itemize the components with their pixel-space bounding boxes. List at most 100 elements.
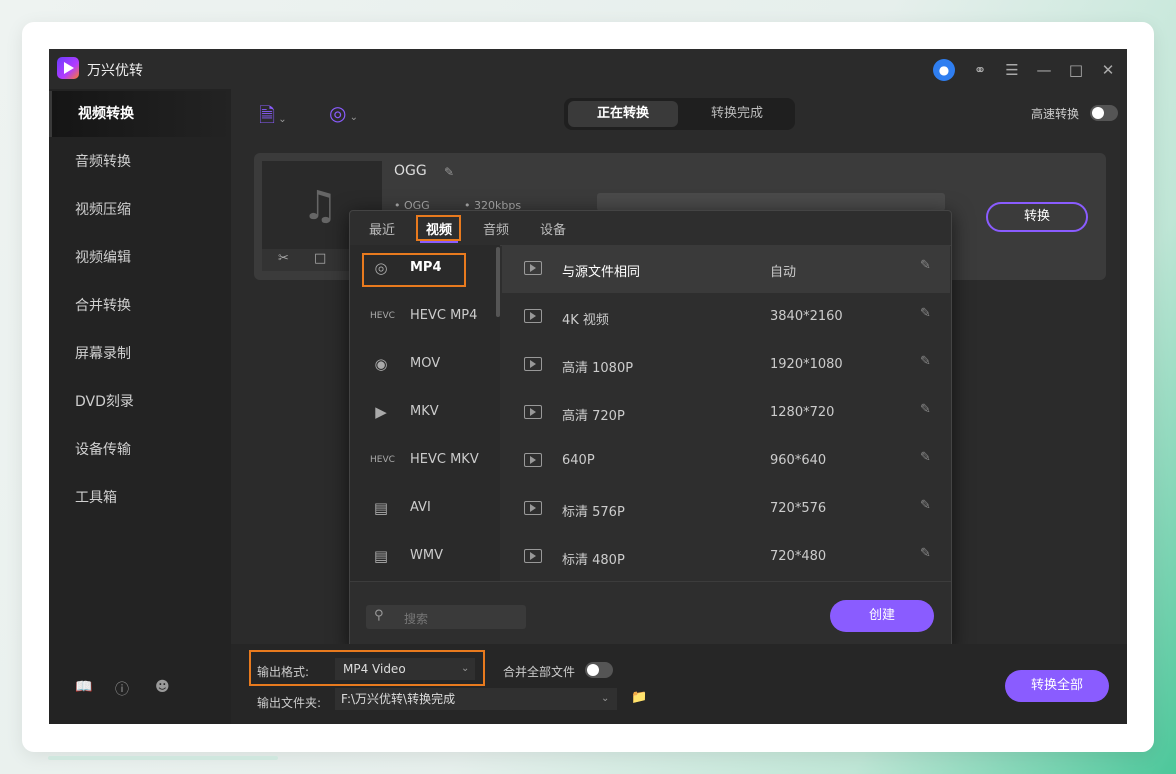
- resolution-size: 720*576: [770, 501, 827, 516]
- bottom-bar: 输出格式: MP4 Video ⌄ 合并全部文件 输出文件夹: F:\万兴优转\…: [231, 644, 1127, 724]
- format-label: MKV: [410, 404, 439, 419]
- video-icon: [524, 261, 542, 275]
- status-tabs: 正在转换 转换完成: [564, 98, 795, 130]
- video-icon: [524, 357, 542, 371]
- format-item-mov[interactable]: ◉ MOV: [350, 341, 496, 389]
- close-icon[interactable]: ✕: [1097, 59, 1119, 81]
- mkv-icon: ▶: [375, 403, 387, 421]
- video-icon: [524, 309, 542, 323]
- tab-completed[interactable]: 转换完成: [682, 101, 792, 127]
- account-icon[interactable]: ●: [933, 59, 955, 81]
- mov-icon: ◉: [374, 355, 388, 373]
- tab-device[interactable]: 设备: [540, 219, 566, 238]
- convert-all-button[interactable]: 转换全部: [1005, 670, 1109, 702]
- sidebar-item-video-convert[interactable]: 视频转换: [49, 91, 231, 137]
- mp4-highlight: [362, 253, 466, 287]
- video-icon: [524, 501, 542, 515]
- resolution-name: 640P: [562, 453, 595, 468]
- tab-converting[interactable]: 正在转换: [568, 101, 678, 127]
- resolution-name: 高清 720P: [562, 409, 625, 424]
- minimize-icon[interactable]: —: [1033, 59, 1055, 81]
- resolution-item[interactable]: 640P 960*640 ✎: [502, 437, 950, 485]
- wmv-icon: ▤: [373, 547, 389, 565]
- format-item-wmv[interactable]: ▤ WMV: [350, 533, 496, 581]
- sidebar-item-device-transfer[interactable]: 设备传输: [49, 427, 231, 473]
- output-format-highlight: [249, 650, 485, 686]
- resolution-item[interactable]: 标清 576P 720*576 ✎: [502, 485, 950, 533]
- tab-underline: [420, 241, 458, 243]
- output-folder-select[interactable]: F:\万兴优转\转换完成 ⌄: [335, 688, 617, 710]
- convert-button[interactable]: 转换: [986, 202, 1088, 232]
- edit-icon[interactable]: ✎: [920, 258, 931, 273]
- edit-icon[interactable]: ✎: [920, 354, 931, 369]
- sidebar-item-toolbox[interactable]: 工具箱: [49, 475, 231, 521]
- format-item-avi[interactable]: ▤ AVI: [350, 485, 496, 533]
- file-name: OGG: [394, 163, 427, 179]
- chevron-down-icon: ⌄: [601, 693, 610, 704]
- tab-audio[interactable]: 音频: [483, 219, 509, 238]
- sidebar-item-dvd-burn[interactable]: DVD刻录: [49, 379, 231, 425]
- resolution-name: 标清 480P: [562, 553, 625, 568]
- resolution-size: 1920*1080: [770, 357, 843, 372]
- menu-icon[interactable]: ☰: [1001, 59, 1023, 81]
- edit-icon[interactable]: ✎: [920, 402, 931, 417]
- create-button[interactable]: 创建: [830, 600, 934, 632]
- cut-icon[interactable]: ✂: [278, 251, 289, 266]
- sidebar-item-audio-convert[interactable]: 音频转换: [49, 139, 231, 185]
- user-icon[interactable]: ☻: [155, 679, 170, 695]
- add-file-icon[interactable]: 🗎 ⌄: [259, 101, 287, 135]
- resolution-list: 与源文件相同 自动 ✎ 4K 视频 3840*2160 ✎ 高清 1080P 1…: [502, 245, 950, 581]
- avi-icon: ▤: [373, 499, 389, 517]
- fast-convert-toggle[interactable]: [1090, 105, 1118, 121]
- tab-recent[interactable]: 最近: [369, 219, 395, 238]
- edit-name-icon[interactable]: ✎: [444, 165, 454, 179]
- edit-icon[interactable]: ✎: [920, 450, 931, 465]
- resolution-size: 自动: [770, 265, 797, 280]
- decorative-line: [48, 756, 278, 760]
- popup-footer: ⚲ 搜索 创建: [350, 581, 951, 650]
- resolution-size: 3840*2160: [770, 309, 843, 324]
- format-label: HEVC MKV: [410, 452, 479, 467]
- resolution-item[interactable]: 4K 视频 3840*2160 ✎: [502, 293, 950, 341]
- format-label: MOV: [410, 356, 441, 371]
- hevc-icon: HEVC: [370, 311, 395, 321]
- edit-icon[interactable]: ✎: [920, 498, 931, 513]
- format-search-input[interactable]: ⚲ 搜索: [366, 605, 526, 629]
- format-item-hevc-mkv[interactable]: HEVC HEVC MKV: [350, 437, 496, 485]
- maximize-icon[interactable]: □: [1065, 59, 1087, 81]
- search-placeholder: 搜索: [404, 612, 429, 626]
- resolution-item[interactable]: 标清 480P 720*480 ✎: [502, 533, 950, 581]
- format-list-scrollbar[interactable]: [496, 247, 500, 317]
- help-icon[interactable]: ⓘ: [115, 679, 129, 699]
- resolution-size: 1280*720: [770, 405, 835, 420]
- sidebar-item-video-compress[interactable]: 视频压缩: [49, 187, 231, 233]
- format-label: HEVC MP4: [410, 308, 478, 323]
- format-item-hevc-mp4[interactable]: HEVC HEVC MP4: [350, 293, 496, 341]
- app-window: 万兴优转 ● ⚭ ☰ — □ ✕ 视频转换 音频转换 视频压缩 视频编辑 合并转…: [49, 49, 1127, 724]
- book-icon[interactable]: 📖: [75, 679, 92, 695]
- resolution-size: 960*640: [770, 453, 827, 468]
- merge-all-toggle[interactable]: [585, 662, 613, 678]
- edit-icon[interactable]: ✎: [920, 306, 931, 321]
- sidebar-item-merge[interactable]: 合并转换: [49, 283, 231, 329]
- video-icon: [524, 405, 542, 419]
- resolution-name: 4K 视频: [562, 313, 609, 328]
- app-logo-icon: [57, 57, 79, 79]
- crop-icon[interactable]: □: [314, 251, 326, 266]
- add-disc-icon[interactable]: ◎ ⌄: [329, 101, 358, 125]
- output-folder-value: F:\万兴优转\转换完成: [341, 692, 456, 706]
- format-item-mkv[interactable]: ▶ MKV: [350, 389, 496, 437]
- folder-icon[interactable]: 📁: [631, 690, 647, 705]
- edit-icon[interactable]: ✎: [920, 546, 931, 561]
- sidebar-item-video-edit[interactable]: 视频编辑: [49, 235, 231, 281]
- resolution-item[interactable]: 高清 720P 1280*720 ✎: [502, 389, 950, 437]
- resolution-size: 720*480: [770, 549, 827, 564]
- resolution-item[interactable]: 与源文件相同 自动 ✎: [502, 245, 950, 293]
- sidebar-item-screen-record[interactable]: 屏幕录制: [49, 331, 231, 377]
- merge-all-label: 合并全部文件: [503, 665, 576, 679]
- resolution-item[interactable]: 高清 1080P 1920*1080 ✎: [502, 341, 950, 389]
- headset-icon[interactable]: ⚭: [969, 59, 991, 81]
- format-list: ◎ MP4 HEVC HEVC MP4 ◉ MOV ▶ MKV HEVC HEV…: [350, 245, 500, 581]
- video-icon: [524, 453, 542, 467]
- music-note-icon: ♫: [302, 183, 338, 229]
